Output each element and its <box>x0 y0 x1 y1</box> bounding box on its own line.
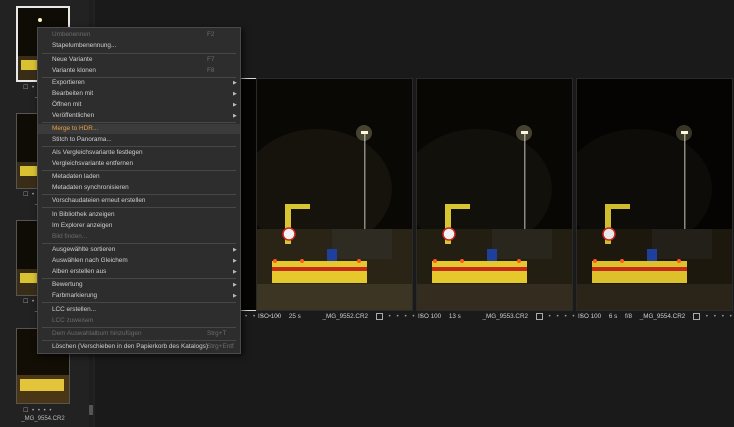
menu-item-show-in-library[interactable]: In Bibliothek anzeigen <box>38 210 240 220</box>
submenu-arrow-icon: ▶ <box>233 91 237 97</box>
menu-separator <box>42 302 236 303</box>
menu-separator <box>42 122 236 123</box>
menu-item-export[interactable]: Exportieren ▶ <box>38 78 240 88</box>
submenu-arrow-icon: ▶ <box>233 102 237 108</box>
menu-item-color-label[interactable]: Farbmarkierung ▶ <box>38 291 240 301</box>
submenu-arrow-icon: ▶ <box>233 293 237 299</box>
thumbnail-label: _MG_9554.CR2 <box>21 416 65 422</box>
menu-item-sync-metadata[interactable]: Metadaten synchronisieren <box>38 183 240 193</box>
menu-separator <box>42 146 236 147</box>
menu-item-regenerate-previews[interactable]: Vorschaudateien erneut erstellen <box>38 196 240 206</box>
filename: _MG_9554.CR2 <box>639 313 686 321</box>
menu-item-find-image[interactable]: Bild finden... <box>38 232 240 242</box>
menu-item-new-variant[interactable]: Neue Variante F7 <box>38 55 240 65</box>
rating-dots[interactable]: • • • • • <box>706 313 734 320</box>
menu-separator <box>42 340 236 341</box>
photo-4[interactable] <box>576 78 733 311</box>
menu-item-add-to-selection-album[interactable]: Dem Auswahlalbum hinzufügen Strg+T <box>38 329 240 339</box>
iso-value: ISO 100 <box>258 313 282 321</box>
photo-3[interactable] <box>416 78 573 311</box>
night-scene-image <box>257 79 412 310</box>
submenu-arrow-icon: ▶ <box>233 282 237 288</box>
menu-item-publish[interactable]: Veröffentlichen ▶ <box>38 111 240 121</box>
select-checkbox[interactable] <box>693 313 701 320</box>
select-checkbox[interactable] <box>375 313 383 320</box>
menu-item-create-lcc[interactable]: LCC erstellen... <box>38 305 240 315</box>
menu-item-rating[interactable]: Bewertung ▶ <box>38 280 240 290</box>
photo-2[interactable] <box>256 78 413 311</box>
menu-item-merge-to-hdr[interactable]: Merge to HDR... <box>38 124 240 134</box>
filename: _MG_9552.CR2 <box>322 313 369 321</box>
menu-item-batch-rename[interactable]: Stapelumbenennung... <box>38 41 240 51</box>
photo-4-infobar: ISO 100 6 s f/8 _MG_9554.CR2 • • • • • <box>578 313 734 322</box>
menu-item-assign-lcc[interactable]: LCC zuweisen <box>38 316 240 326</box>
menu-separator <box>42 53 236 54</box>
menu-item-stitch-panorama[interactable]: Stitch to Panorama... <box>38 135 240 145</box>
menu-item-select-by-same[interactable]: Auswählen nach Gleichem ▶ <box>38 256 240 266</box>
menu-separator <box>42 207 236 208</box>
shutter-value: 25 s <box>288 313 301 321</box>
scrollbar-thumb[interactable] <box>89 405 93 415</box>
menu-item-clone-variant[interactable]: Variante klonen F8 <box>38 66 240 76</box>
aperture-value: f/8 <box>625 313 633 321</box>
menu-separator <box>42 278 236 279</box>
menu-separator <box>42 170 236 171</box>
context-menu: Umbenennen F2 Stapelumbenennung... Neue V… <box>37 27 241 354</box>
photo-3-infobar: ISO 100 13 s _MG_9553.CR2 • • • • • <box>418 313 591 322</box>
night-scene-image <box>577 79 732 310</box>
menu-item-delete[interactable]: Löschen (Verschieben in den Papierkorb d… <box>38 342 240 352</box>
shutter-value: 13 s <box>448 313 461 321</box>
photo-2-infobar: ISO 100 25 s _MG_9552.CR2 • • • • • <box>258 313 431 322</box>
filename: _MG_9553.CR2 <box>482 313 529 321</box>
menu-item-edit-with[interactable]: Bearbeiten mit ▶ <box>38 89 240 99</box>
shutter-value: 6 s <box>608 313 618 321</box>
menu-item-open-with[interactable]: Öffnen mit ▶ <box>38 100 240 110</box>
submenu-arrow-icon: ▶ <box>233 113 237 119</box>
menu-separator <box>42 327 236 328</box>
menu-item-show-in-explorer[interactable]: Im Explorer anzeigen <box>38 221 240 231</box>
menu-item-remove-compare[interactable]: Vergleichsvariante entfernen <box>38 159 240 169</box>
thumbnail-dots: ☐ • • • • <box>23 408 53 414</box>
menu-item-load-metadata[interactable]: Metadaten laden <box>38 172 240 182</box>
submenu-arrow-icon: ▶ <box>233 269 237 275</box>
submenu-arrow-icon: ▶ <box>233 80 237 86</box>
menu-item-set-compare[interactable]: Als Vergleichsvariante festlegen <box>38 148 240 158</box>
menu-item-sort-selected[interactable]: Ausgewählte sortieren ▶ <box>38 245 240 255</box>
menu-item-rename[interactable]: Umbenennen F2 <box>38 30 240 40</box>
night-scene-image <box>417 79 572 310</box>
menu-separator <box>42 194 236 195</box>
menu-separator <box>42 243 236 244</box>
submenu-arrow-icon: ▶ <box>233 258 237 264</box>
iso-value: ISO 100 <box>578 313 602 321</box>
select-checkbox[interactable] <box>535 313 543 320</box>
menu-item-create-albums[interactable]: Alben erstellen aus ▶ <box>38 267 240 277</box>
iso-value: ISO 100 <box>418 313 442 321</box>
submenu-arrow-icon: ▶ <box>233 247 237 253</box>
